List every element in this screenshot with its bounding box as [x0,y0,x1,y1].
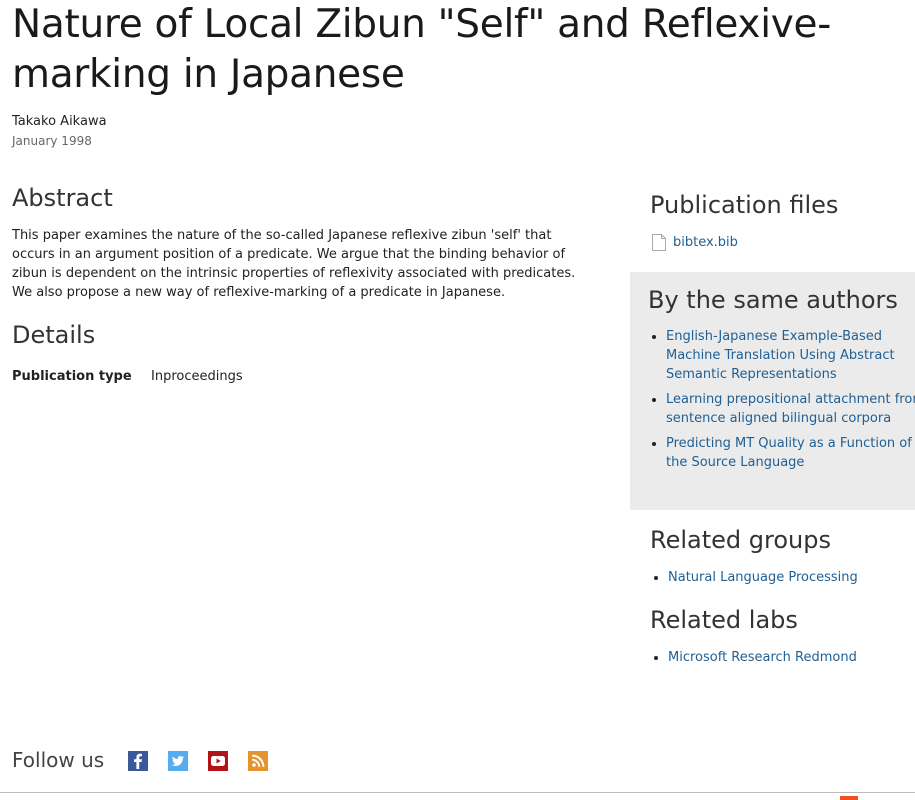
detail-value: Inproceedings [151,369,243,384]
author-name: Takako Aikawa [12,114,107,129]
abstract-heading: Abstract [12,184,113,212]
list-item: Microsoft Research Redmond [668,648,857,667]
publication-files-heading: Publication files [650,191,839,219]
related-labs-list: Microsoft Research Redmond [650,648,857,667]
file-item: bibtex.bib [652,234,738,251]
detail-label: Publication type [12,369,132,384]
bibtex-file-link[interactable]: bibtex.bib [673,235,738,250]
details-heading: Details [12,321,96,349]
footer-divider [0,792,915,793]
related-groups-heading: Related groups [650,526,831,554]
detail-row-publication-type: Publication type Inproceedings [12,369,243,384]
list-item: Predicting MT Quality as a Function of t… [666,434,915,472]
same-authors-link[interactable]: English-Japanese Example-Based Machine T… [666,329,895,382]
related-groups-list: Natural Language Processing [650,568,858,587]
list-item: Natural Language Processing [668,568,858,587]
same-authors-link[interactable]: Predicting MT Quality as a Function of t… [666,436,912,470]
follow-us-label: Follow us [12,748,105,772]
publication-date: January 1998 [12,134,92,148]
same-authors-list: English-Japanese Example-Based Machine T… [648,327,915,478]
microsoft-logo [840,796,858,800]
facebook-icon[interactable] [128,751,148,771]
abstract-text: This paper examines the nature of the so… [12,228,576,300]
related-labs-heading: Related labs [650,606,798,634]
rss-icon[interactable] [248,751,268,771]
list-item: English-Japanese Example-Based Machine T… [666,327,915,384]
related-lab-link[interactable]: Microsoft Research Redmond [668,650,857,665]
page-title: Nature of Local Zibun "Self" and Reflexi… [12,2,831,97]
list-item: Learning prepositional attachment from s… [666,390,915,428]
youtube-icon[interactable] [208,751,228,771]
related-group-link[interactable]: Natural Language Processing [668,570,858,585]
same-authors-panel: By the same authors English-Japanese Exa… [630,272,915,510]
twitter-icon[interactable] [168,751,188,771]
same-authors-heading: By the same authors [648,286,898,314]
document-icon [652,234,666,251]
same-authors-link[interactable]: Learning prepositional attachment from s… [666,392,915,426]
